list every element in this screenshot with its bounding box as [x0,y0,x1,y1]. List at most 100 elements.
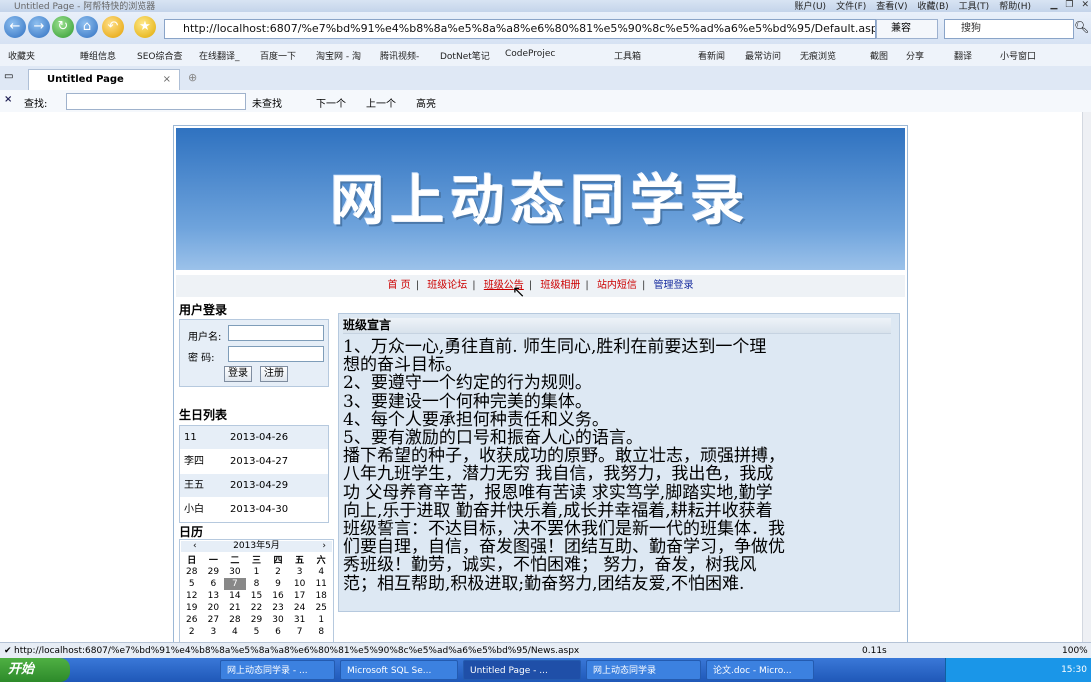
calendar-day[interactable]: 21 [224,602,246,614]
refresh-icon[interactable]: ↻ [52,16,74,38]
calendar-day[interactable]: 12 [181,590,203,602]
calendar-day[interactable]: 28 [224,614,246,626]
calendar-day[interactable]: 18 [310,590,332,602]
menu-favorites[interactable]: 收藏(B) [917,0,948,12]
find-prev-button[interactable]: 上一个 [366,95,396,110]
find-next-button[interactable]: 下一个 [316,95,346,110]
nav-home[interactable]: 首 页 [388,280,411,291]
calendar-day[interactable]: 7 [289,626,311,638]
calendar-day[interactable]: 2 [267,566,289,578]
calendar-day[interactable]: 23 [267,602,289,614]
menu-account[interactable]: 账户(U) [794,0,826,12]
sidebar-toggle-icon[interactable]: ▭ [4,71,13,82]
calendar-day[interactable]: 15 [246,590,268,602]
calendar-day[interactable]: 16 [267,590,289,602]
fav-item-2[interactable]: SEO综合查 [137,49,182,62]
task-button-1[interactable]: Microsoft SQL Se... [340,660,458,680]
find-highlight-button[interactable]: 高亮 [416,95,436,110]
status-zoom[interactable]: 100% [1062,643,1088,659]
fav-right-3[interactable]: 无痕浏览 [800,49,836,62]
calendar-day[interactable]: 17 [289,590,311,602]
calendar-day[interactable]: 25 [310,602,332,614]
calendar-day[interactable]: 26 [181,614,203,626]
calendar-day[interactable]: 1 [246,566,268,578]
calendar-day[interactable]: 3 [289,566,311,578]
minimize-icon[interactable]: ▁ [1050,0,1057,10]
calendar-day[interactable]: 13 [203,590,225,602]
calendar-day[interactable]: 9 [267,578,289,590]
favorite-star-icon[interactable]: ★ [134,16,156,38]
calendar-day[interactable]: 19 [181,602,203,614]
calendar-next-icon[interactable]: › [322,541,326,552]
calendar-day[interactable]: 29 [203,566,225,578]
calendar-day[interactable]: 22 [246,602,268,614]
fav-item-6[interactable]: 腾讯视频- [380,49,419,62]
address-bar[interactable]: http://localhost:6807/%e7%bd%91%e4%b8%8a… [164,19,876,39]
fav-right-4[interactable]: 截图 [870,49,888,62]
calendar-day[interactable]: 30 [224,566,246,578]
fav-right-5[interactable]: 分享 [906,49,924,62]
calendar-day[interactable]: 3 [203,626,225,638]
close-icon[interactable]: ✕ [1081,0,1089,10]
calendar-prev-icon[interactable]: ‹ [193,541,197,552]
undo-close-icon[interactable]: ↶ [102,16,124,38]
fav-item-3[interactable]: 在线翻译_ [199,49,240,62]
tab-untitled-page[interactable]: Untitled Page × [28,69,180,90]
fav-right-7[interactable]: 小号窗口 [1000,49,1036,62]
calendar-day[interactable]: 20 [203,602,225,614]
nav-album[interactable]: 班级相册 [540,280,580,291]
menu-help[interactable]: 帮助(H) [999,0,1031,12]
menu-tools[interactable]: 工具(T) [959,0,990,12]
calendar-day[interactable]: 7 [224,578,246,590]
fav-item-0[interactable]: 收藏夹 [8,49,35,62]
calendar-day[interactable]: 5 [246,626,268,638]
fav-right-6[interactable]: 翻译 [954,49,972,62]
forward-icon[interactable]: → [28,16,50,38]
calendar-day[interactable]: 6 [203,578,225,590]
calendar-day[interactable]: 28 [181,566,203,578]
menu-file[interactable]: 文件(F) [836,0,866,12]
calendar-day[interactable]: 4 [310,566,332,578]
task-button-3[interactable]: 网上动态同学录 [586,660,701,680]
calendar-day[interactable]: 14 [224,590,246,602]
restore-icon[interactable]: ❐ [1065,0,1073,10]
calendar-day[interactable]: 8 [310,626,332,638]
task-button-4[interactable]: 论文.doc - Micro... [706,660,814,680]
start-button[interactable]: 开始 [0,658,70,682]
register-button[interactable]: 注册 [260,366,288,382]
task-button-2[interactable]: Untitled Page - ... [463,660,581,680]
calendar-day[interactable]: 10 [289,578,311,590]
fav-right-2[interactable]: 最常访问 [745,49,781,62]
login-button[interactable]: 登录 [224,366,252,382]
password-input[interactable] [228,346,324,362]
calendar-day[interactable]: 8 [246,578,268,590]
nav-messages[interactable]: 站内短信 [597,280,637,291]
fav-item-4[interactable]: 百度一下 [260,49,296,62]
calendar-day[interactable]: 5 [181,578,203,590]
nav-admin-login[interactable]: 管理登录 [654,280,694,291]
search-input[interactable]: 搜狗 [944,19,1074,39]
task-button-0[interactable]: 网上动态同学录 - ... [220,660,335,680]
calendar-day[interactable]: 24 [289,602,311,614]
tab-close-icon[interactable]: × [163,70,171,90]
fav-item-8[interactable]: CodeProjec [505,49,555,59]
fav-right-0[interactable]: 工具箱 [614,49,641,62]
vertical-scrollbar[interactable] [1082,112,1091,642]
fav-item-1[interactable]: 睡组信息 [80,49,116,62]
fav-item-5[interactable]: 淘宝网 - 淘 [316,49,361,62]
calendar-day[interactable]: 29 [246,614,268,626]
find-close-icon[interactable]: × [4,94,12,105]
calendar-day[interactable]: 1 [310,614,332,626]
fav-right-1[interactable]: 看新闻 [698,49,725,62]
fav-item-7[interactable]: DotNet笔记 [440,49,490,62]
calendar-day[interactable]: 2 [181,626,203,638]
menu-view[interactable]: 查看(V) [876,0,907,12]
calendar-day[interactable]: 6 [267,626,289,638]
calendar-day[interactable]: 30 [267,614,289,626]
username-input[interactable] [228,325,324,341]
nav-forum[interactable]: 班级论坛 [427,280,467,291]
calendar-day[interactable]: 11 [310,578,332,590]
find-input[interactable] [66,93,246,110]
compat-mode-button[interactable]: 兼容 [876,19,938,39]
calendar-day[interactable]: 31 [289,614,311,626]
